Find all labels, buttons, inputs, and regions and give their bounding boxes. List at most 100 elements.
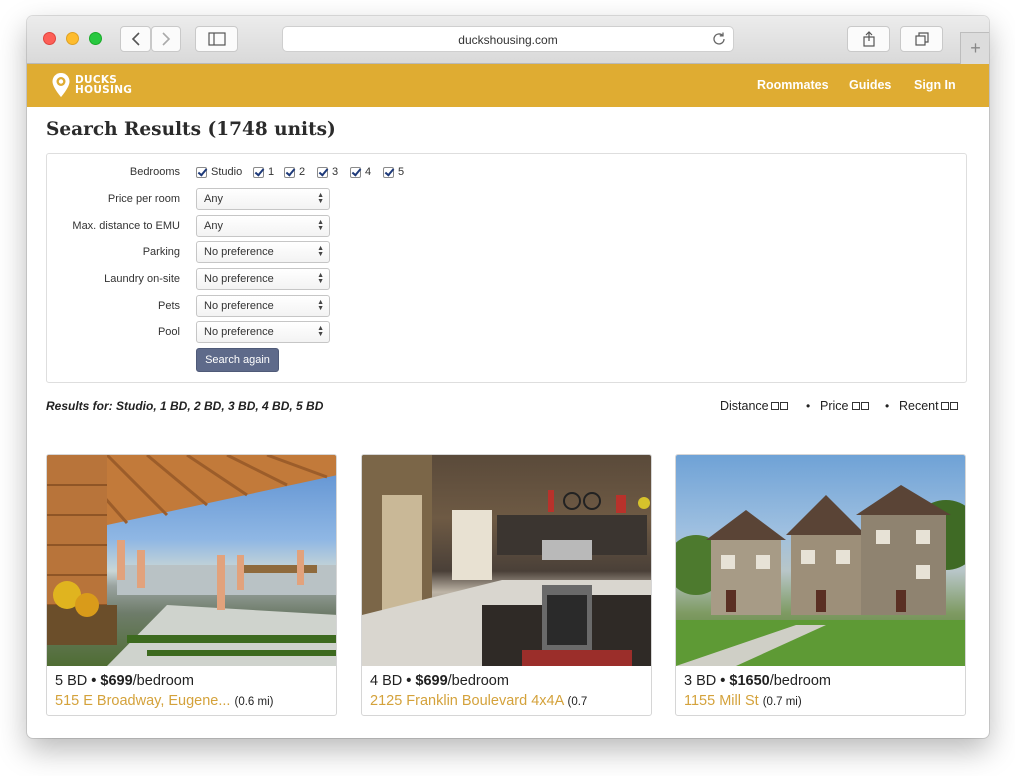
site-header: DUCKS HOUSING Roommates Guides Sign In xyxy=(27,64,989,107)
nav-roommates[interactable]: Roommates xyxy=(757,78,829,92)
listing-summary: 4 BD • $699/bedroom xyxy=(370,673,509,689)
bedroom-checkbox-1[interactable]: 1 xyxy=(253,166,274,178)
listing-separator: • xyxy=(720,673,726,689)
search-filters: Bedrooms Studio 1 2 3 4 5 Price per room… xyxy=(46,153,967,383)
select-value: No preference xyxy=(204,273,274,285)
select-arrows-icon: ▲ ▼ xyxy=(317,219,324,232)
listing-photo[interactable] xyxy=(47,455,336,666)
minimize-window-button[interactable] xyxy=(66,32,79,45)
nav-guides[interactable]: Guides xyxy=(849,78,891,92)
parking-label: Parking xyxy=(142,246,180,258)
chevron-left-icon xyxy=(131,32,140,46)
sort-asc-icon xyxy=(852,402,861,410)
bedroom-option-label: 3 xyxy=(332,166,339,178)
back-button[interactable] xyxy=(120,26,151,52)
tabs-overview-button[interactable] xyxy=(900,26,943,52)
bedroom-option-label: 2 xyxy=(299,166,306,178)
parking-select[interactable]: No preference ▲ ▼ xyxy=(196,241,330,263)
pool-label: Pool xyxy=(157,326,180,338)
logo-wordmark: DUCKS HOUSING xyxy=(75,75,133,96)
select-arrows-icon: ▲ ▼ xyxy=(317,192,324,205)
nav-sign-in[interactable]: Sign In xyxy=(914,78,956,92)
bedroom-checkbox-studio[interactable]: Studio xyxy=(196,166,242,178)
listing-card[interactable]: 3 BD • $1650/bedroom 1155 Mill St (0.7 m… xyxy=(675,454,966,716)
search-again-button[interactable]: Search again xyxy=(196,348,279,372)
bedrooms-label: Bedrooms xyxy=(129,166,180,178)
bedroom-checkbox-3[interactable]: 3 xyxy=(317,166,338,178)
select-value: Any xyxy=(204,193,223,205)
listing-location: 2125 Franklin Boulevard 4x4A (0.7 xyxy=(370,693,587,709)
bedroom-checkbox-2[interactable]: 2 xyxy=(284,166,305,178)
select-arrows-icon: ▲ ▼ xyxy=(317,245,324,258)
listing-card[interactable]: 4 BD • $699/bedroom 2125 Franklin Boulev… xyxy=(361,454,652,716)
listing-address-link[interactable]: 515 E Broadway, Eugene... xyxy=(55,693,230,709)
listing-price: $1650 xyxy=(729,673,770,689)
sort-asc-icon xyxy=(770,402,779,410)
sort-label: Distance xyxy=(720,399,769,413)
bedroom-checkbox-4[interactable]: 4 xyxy=(350,166,371,178)
listing-price-unit: /bedroom xyxy=(132,673,194,689)
listing-photo[interactable] xyxy=(362,455,651,666)
listing-summary: 3 BD • $1650/bedroom xyxy=(684,673,831,689)
sort-label: Price xyxy=(820,399,849,413)
listing-beds: 5 BD xyxy=(55,673,88,689)
listing-card[interactable]: 5 BD • $699/bedroom 515 E Broadway, Euge… xyxy=(46,454,337,716)
listing-location: 515 E Broadway, Eugene... (0.6 mi) xyxy=(55,693,273,709)
listing-price-unit: /bedroom xyxy=(447,673,509,689)
checkbox-checked-icon xyxy=(350,166,361,178)
listing-distance: (0.6 mi) xyxy=(234,696,274,708)
sidebar-toggle-button[interactable] xyxy=(195,26,238,52)
reload-icon[interactable] xyxy=(711,31,727,52)
select-arrows-icon: ▲ ▼ xyxy=(317,299,324,312)
checkbox-checked-icon xyxy=(253,166,264,178)
maximize-window-button[interactable] xyxy=(89,32,102,45)
townhouse-illustration xyxy=(676,485,965,666)
forward-button[interactable] xyxy=(151,26,181,52)
select-value: No preference xyxy=(204,246,274,258)
ducks-housing-logo[interactable]: DUCKS HOUSING xyxy=(51,72,132,98)
sort-distance[interactable]: Distance xyxy=(720,399,788,413)
listing-distance: (0.7 xyxy=(567,696,588,708)
listing-beds: 3 BD xyxy=(684,673,717,689)
listing-address-link[interactable]: 2125 Franklin Boulevard 4x4A xyxy=(370,693,563,709)
browser-window: duckshousing.com + DUCKS HOUSING Roommat… xyxy=(27,16,989,738)
close-window-button[interactable] xyxy=(43,32,56,45)
share-button[interactable] xyxy=(847,26,890,52)
share-icon xyxy=(862,31,875,47)
select-value: No preference xyxy=(204,300,274,312)
sort-price[interactable]: Price xyxy=(820,399,870,413)
sort-desc-icon xyxy=(949,402,958,410)
select-value: Any xyxy=(204,220,223,232)
main-content: Search Results (1748 units) Bedrooms Stu… xyxy=(27,107,989,738)
rooftop-patio-illustration xyxy=(47,455,336,666)
url-text: duckshousing.com xyxy=(458,33,558,47)
bedroom-checkbox-5[interactable]: 5 xyxy=(383,166,404,178)
sort-separator: • xyxy=(885,399,890,413)
listing-price: $699 xyxy=(100,673,133,689)
laundry-label: Laundry on-site xyxy=(104,273,180,285)
logo-line-2: HOUSING xyxy=(75,84,133,96)
browser-toolbar: duckshousing.com + xyxy=(27,16,989,64)
checkbox-checked-icon xyxy=(284,166,295,178)
checkbox-checked-icon xyxy=(383,166,394,178)
sidebar-icon xyxy=(207,32,226,46)
address-bar[interactable]: duckshousing.com xyxy=(282,26,734,52)
sort-desc-icon xyxy=(779,402,788,410)
pool-select[interactable]: No preference ▲ ▼ xyxy=(196,321,330,343)
pets-select[interactable]: No preference ▲ ▼ xyxy=(196,295,330,317)
page-title: Search Results (1748 units) xyxy=(46,119,336,140)
laundry-select[interactable]: No preference ▲ ▼ xyxy=(196,268,330,290)
checkbox-checked-icon xyxy=(196,166,207,178)
results-for-summary: Results for: Studio, 1 BD, 2 BD, 3 BD, 4… xyxy=(46,399,324,413)
max-distance-select[interactable]: Any ▲ ▼ xyxy=(196,215,330,237)
select-value: No preference xyxy=(204,326,274,338)
listing-separator: • xyxy=(91,673,97,689)
bedroom-option-label: Studio xyxy=(211,166,243,178)
listing-address-link[interactable]: 1155 Mill St xyxy=(684,693,759,709)
bedroom-option-label: 4 xyxy=(365,166,372,178)
sort-recent[interactable]: Recent xyxy=(899,399,958,413)
listing-price: $699 xyxy=(415,673,448,689)
listing-photo[interactable] xyxy=(676,455,965,666)
price-per-room-select[interactable]: Any ▲ ▼ xyxy=(196,188,330,210)
new-tab-button[interactable]: + xyxy=(960,32,989,64)
